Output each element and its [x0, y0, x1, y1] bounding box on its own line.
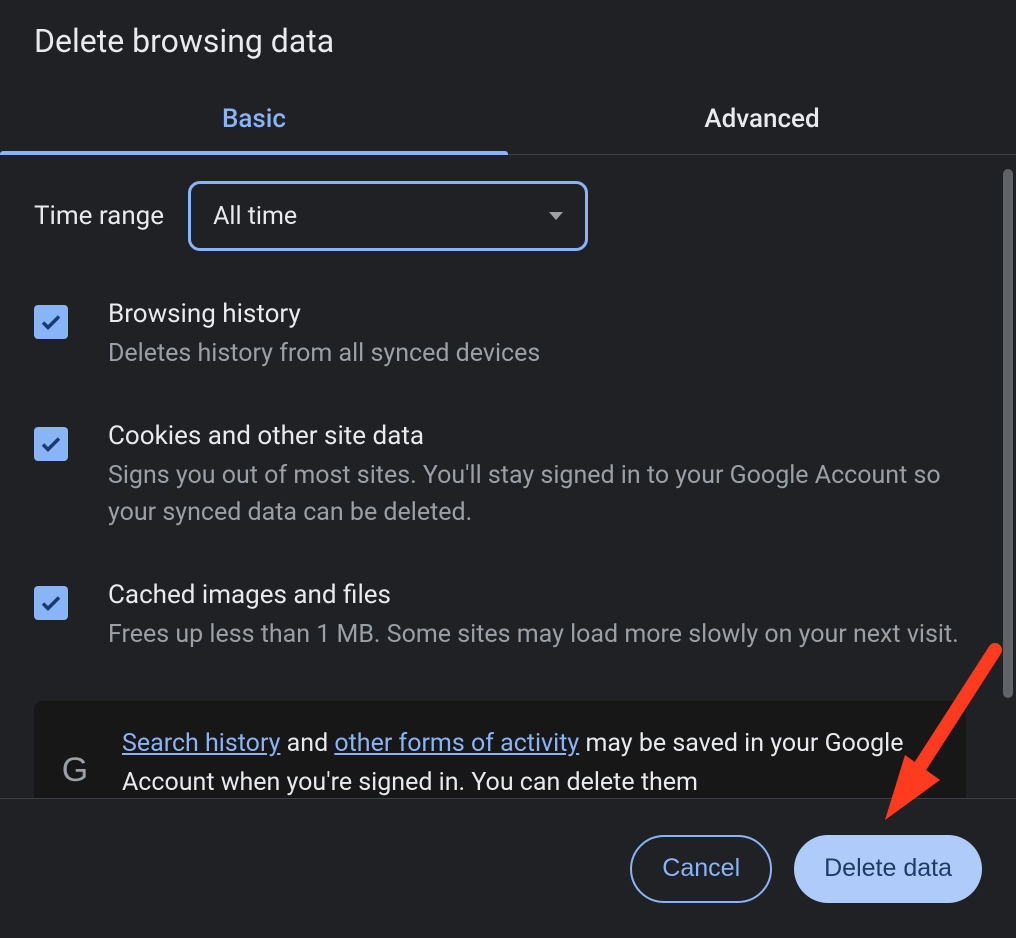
time-range-row: Time range All time — [34, 181, 966, 251]
checkbox-cache[interactable] — [34, 586, 68, 620]
option-title: Cached images and files — [108, 580, 966, 610]
info-text-segment: and — [280, 729, 334, 758]
search-history-link[interactable]: Search history — [122, 729, 280, 758]
tab-bar: Basic Advanced — [0, 88, 1016, 155]
time-range-select[interactable]: All time — [188, 181, 588, 251]
scrollbar[interactable] — [1000, 155, 1016, 798]
delete-data-button[interactable]: Delete data — [794, 835, 982, 903]
check-icon — [39, 432, 63, 456]
option-cache: Cached images and files Frees up less th… — [34, 580, 966, 654]
google-g-icon: G — [58, 753, 92, 787]
delete-browsing-data-dialog: Delete browsing data Basic Advanced Time… — [0, 0, 1016, 938]
time-range-label: Time range — [34, 201, 164, 231]
option-desc: Signs you out of most sites. You'll stay… — [108, 457, 966, 532]
check-icon — [39, 591, 63, 615]
checkbox-cookies[interactable] — [34, 427, 68, 461]
tab-advanced[interactable]: Advanced — [508, 88, 1016, 154]
dialog-title: Delete browsing data — [0, 0, 1016, 70]
option-text: Browsing history Deletes history from al… — [108, 299, 966, 373]
chevron-down-icon — [549, 212, 563, 220]
scroll-area: Time range All time Browsing history Del… — [0, 155, 1000, 798]
checkbox-browsing-history[interactable] — [34, 305, 68, 339]
option-title: Browsing history — [108, 299, 966, 329]
dialog-footer: Cancel Delete data — [0, 798, 1016, 938]
option-text: Cached images and files Frees up less th… — [108, 580, 966, 654]
dialog-body: Time range All time Browsing history Del… — [0, 155, 1016, 798]
cancel-button[interactable]: Cancel — [630, 835, 772, 903]
option-cookies: Cookies and other site data Signs you ou… — [34, 421, 966, 532]
option-desc: Frees up less than 1 MB. Some sites may … — [108, 616, 966, 654]
scroll-thumb[interactable] — [1003, 169, 1013, 698]
option-title: Cookies and other site data — [108, 421, 966, 451]
tab-basic[interactable]: Basic — [0, 88, 508, 154]
time-range-value: All time — [213, 202, 297, 231]
info-text: Search history and other forms of activi… — [122, 725, 942, 798]
option-desc: Deletes history from all synced devices — [108, 335, 966, 373]
check-icon — [39, 310, 63, 334]
option-text: Cookies and other site data Signs you ou… — [108, 421, 966, 532]
google-account-info: G Search history and other forms of acti… — [34, 701, 966, 798]
other-activity-link[interactable]: other forms of activity — [334, 729, 579, 758]
option-browsing-history: Browsing history Deletes history from al… — [34, 299, 966, 373]
